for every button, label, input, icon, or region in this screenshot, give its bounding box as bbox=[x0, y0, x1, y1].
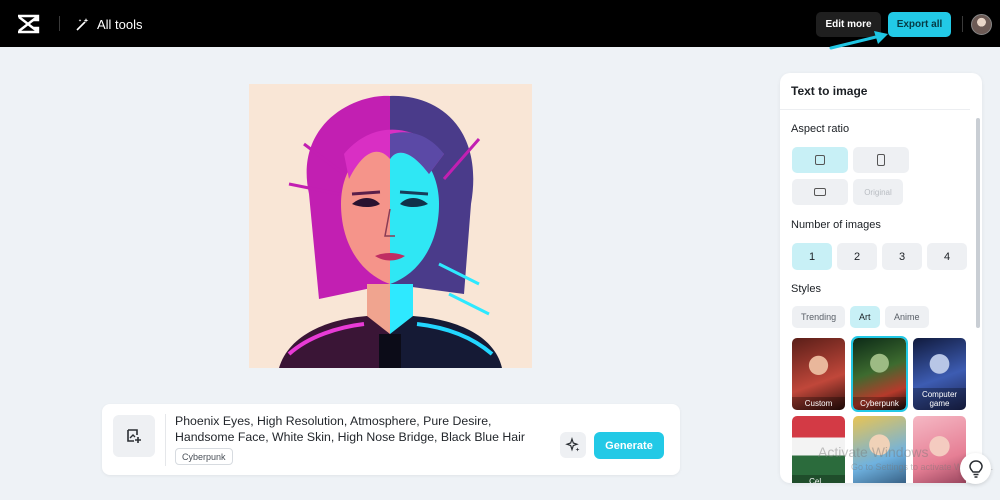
export-all-button[interactable]: Export all bbox=[888, 12, 951, 37]
sparkle-icon bbox=[565, 437, 580, 452]
add-image-icon bbox=[127, 429, 141, 443]
styles-label: Styles bbox=[791, 283, 821, 295]
square-ratio-icon bbox=[815, 155, 825, 165]
prompt-divider bbox=[165, 414, 166, 466]
style-card-label: Cel... bbox=[792, 475, 845, 483]
style-card-label: Custom bbox=[792, 397, 845, 410]
number-option-1[interactable]: 1 bbox=[792, 243, 832, 270]
aspect-ratio-label: Aspect ratio bbox=[791, 123, 850, 135]
panel-title: Text to image bbox=[791, 84, 868, 98]
header-divider bbox=[59, 16, 60, 31]
windows-watermark-title: Activate Windows bbox=[818, 444, 929, 460]
text-to-image-panel: Text to image Aspect ratio Original Numb… bbox=[780, 73, 982, 483]
style-tab-anime[interactable]: Anime bbox=[885, 306, 929, 328]
inspire-button[interactable] bbox=[560, 432, 586, 458]
portrait-ratio-icon bbox=[877, 154, 885, 166]
aspect-original-label: Original bbox=[864, 187, 892, 197]
generated-image[interactable] bbox=[249, 84, 532, 368]
lightbulb-icon bbox=[968, 459, 983, 478]
style-tag[interactable]: Cyberpunk bbox=[175, 448, 233, 465]
aspect-original-button[interactable]: Original bbox=[853, 179, 903, 205]
annotation-arrow-icon bbox=[829, 31, 888, 50]
style-card-label: Cyberpunk bbox=[853, 397, 906, 410]
style-tab-trending[interactable]: Trending bbox=[792, 306, 846, 328]
landscape-ratio-icon bbox=[814, 188, 826, 196]
style-card-label: Computer game bbox=[913, 388, 966, 410]
prompt-input[interactable]: Phoenix Eyes, High Resolution, Atmospher… bbox=[175, 413, 550, 445]
aspect-landscape-button[interactable] bbox=[792, 179, 848, 205]
panel-scrollbar[interactable] bbox=[976, 118, 980, 328]
generate-button[interactable]: Generate bbox=[594, 432, 664, 459]
aspect-portrait-button[interactable] bbox=[853, 147, 909, 173]
prompt-box: Phoenix Eyes, High Resolution, Atmospher… bbox=[102, 404, 680, 475]
number-option-2[interactable]: 2 bbox=[837, 243, 877, 270]
number-option-3[interactable]: 3 bbox=[882, 243, 922, 270]
style-card-computer-game[interactable]: Computer game bbox=[913, 338, 966, 410]
panel-divider bbox=[780, 109, 970, 110]
style-tab-art[interactable]: Art bbox=[850, 306, 880, 328]
all-tools-button[interactable]: All tools bbox=[75, 14, 143, 34]
number-of-images-label: Number of images bbox=[791, 219, 881, 231]
user-avatar[interactable] bbox=[971, 14, 992, 35]
style-card-cyberpunk[interactable]: Cyberpunk bbox=[851, 336, 908, 412]
number-option-4[interactable]: 4 bbox=[927, 243, 967, 270]
all-tools-label: All tools bbox=[97, 16, 143, 32]
help-button[interactable] bbox=[960, 453, 991, 484]
magic-wand-icon bbox=[76, 17, 89, 31]
style-card-custom[interactable]: Custom bbox=[792, 338, 845, 410]
capcut-logo-icon[interactable] bbox=[16, 13, 40, 35]
reference-image-button[interactable] bbox=[113, 415, 155, 457]
aspect-square-button[interactable] bbox=[792, 147, 848, 173]
header-divider-right bbox=[962, 16, 963, 32]
